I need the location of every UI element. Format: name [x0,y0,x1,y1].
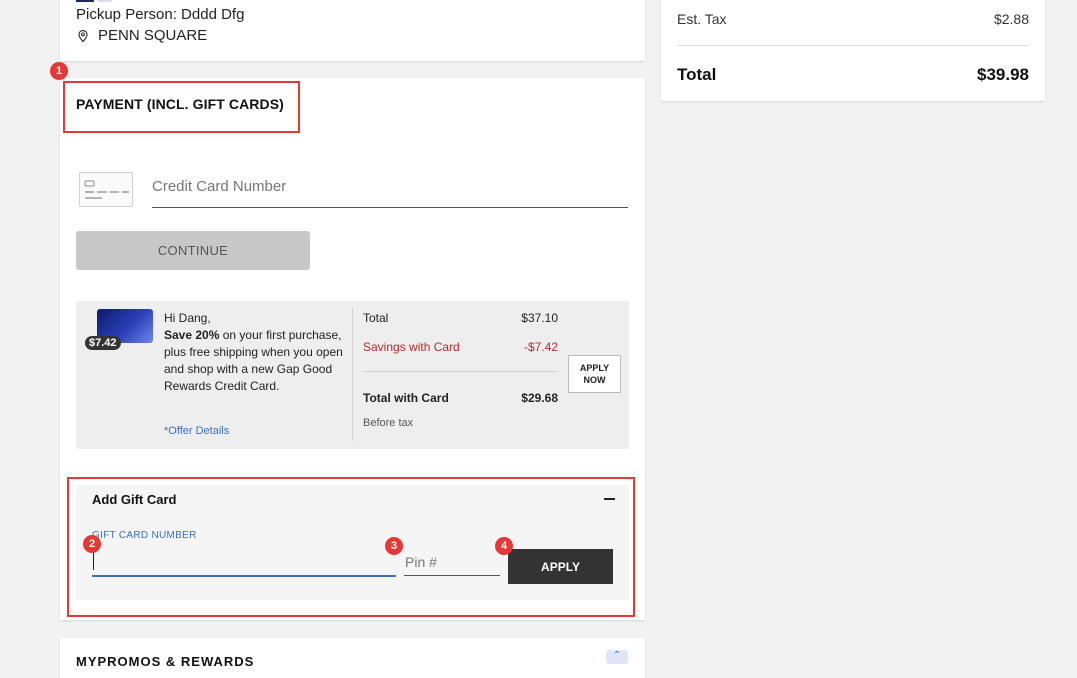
apply-now-line-2: NOW [583,375,606,385]
annotation-marker-1: 1 [50,62,68,80]
pickup-stub [76,0,94,2]
pickup-card: Pickup Person: Dddd Dfg PENN SQUARE [60,0,645,61]
promo-savings-value: -$7.42 [523,340,558,354]
promo-divider [352,309,353,441]
promo-total-with-card-label: Total with Card [363,391,449,405]
chevron-up-icon[interactable]: ⌃ [606,650,628,664]
credit-card-promo: $7.42 Hi Dang, Save 20% on your first pu… [76,301,629,449]
annotation-box-1 [63,81,300,133]
offer-details-link[interactable]: *Offer Details [164,425,229,437]
annotation-box-gift-card [67,477,635,617]
promo-savings-row: Savings with Card -$7.42 [363,340,558,354]
pickup-location: PENN SQUARE [76,27,207,44]
annotation-marker-4: 4 [495,537,513,555]
promo-total-row: Total $37.10 [363,311,558,325]
credit-card-icon [79,172,133,207]
payment-card: PAYMENT (INCL. GIFT CARDS) 1 Credit Card… [50,62,645,620]
promo-before-tax: Before tax [363,417,414,429]
pickup-stub-2 [98,0,112,2]
apply-now-line-1: APPLY [579,363,610,373]
credit-card-number-input[interactable]: Credit Card Number [152,171,628,208]
pickup-person: Pickup Person: Dddd Dfg [76,6,245,23]
annotation-marker-3: 3 [385,537,403,555]
promo-savings-badge: $7.42 [85,336,121,350]
summary-divider [677,45,1029,46]
annotation-marker-2: 2 [83,535,101,553]
est-tax-value: $2.88 [993,11,1029,27]
est-tax-label: Est. Tax [677,11,727,27]
promo-total-value: $37.10 [521,311,558,325]
order-total-label: Total [677,65,717,84]
promo-savings-label: Savings with Card [363,340,460,354]
order-total-value: $39.98 [977,65,1029,84]
promos-rewards-title: MYPROMOS & REWARDS [76,654,255,669]
promo-total-with-card-row: Total with Card $29.68 [363,391,558,405]
pickup-location-name: PENN SQUARE [98,27,208,44]
promo-total-with-card-value: $29.68 [521,391,558,405]
promo-text: Hi Dang, Save 20% on your first purchase… [164,310,346,395]
order-summary-card: Est. Tax $2.88 Total $39.98 [661,0,1045,101]
apply-now-button[interactable]: APPLY NOW [568,355,621,393]
promo-greeting: Hi Dang, [164,311,211,325]
promo-total-label: Total [363,311,389,325]
credit-card-placeholder: Credit Card Number [152,178,287,195]
promo-row-divider [363,371,558,372]
location-pin-icon [78,29,88,42]
promo-bold-offer: Save 20% [164,328,220,342]
continue-button[interactable]: CONTINUE [76,231,310,270]
promos-rewards-card[interactable]: MYPROMOS & REWARDS ⌃ [60,638,645,678]
